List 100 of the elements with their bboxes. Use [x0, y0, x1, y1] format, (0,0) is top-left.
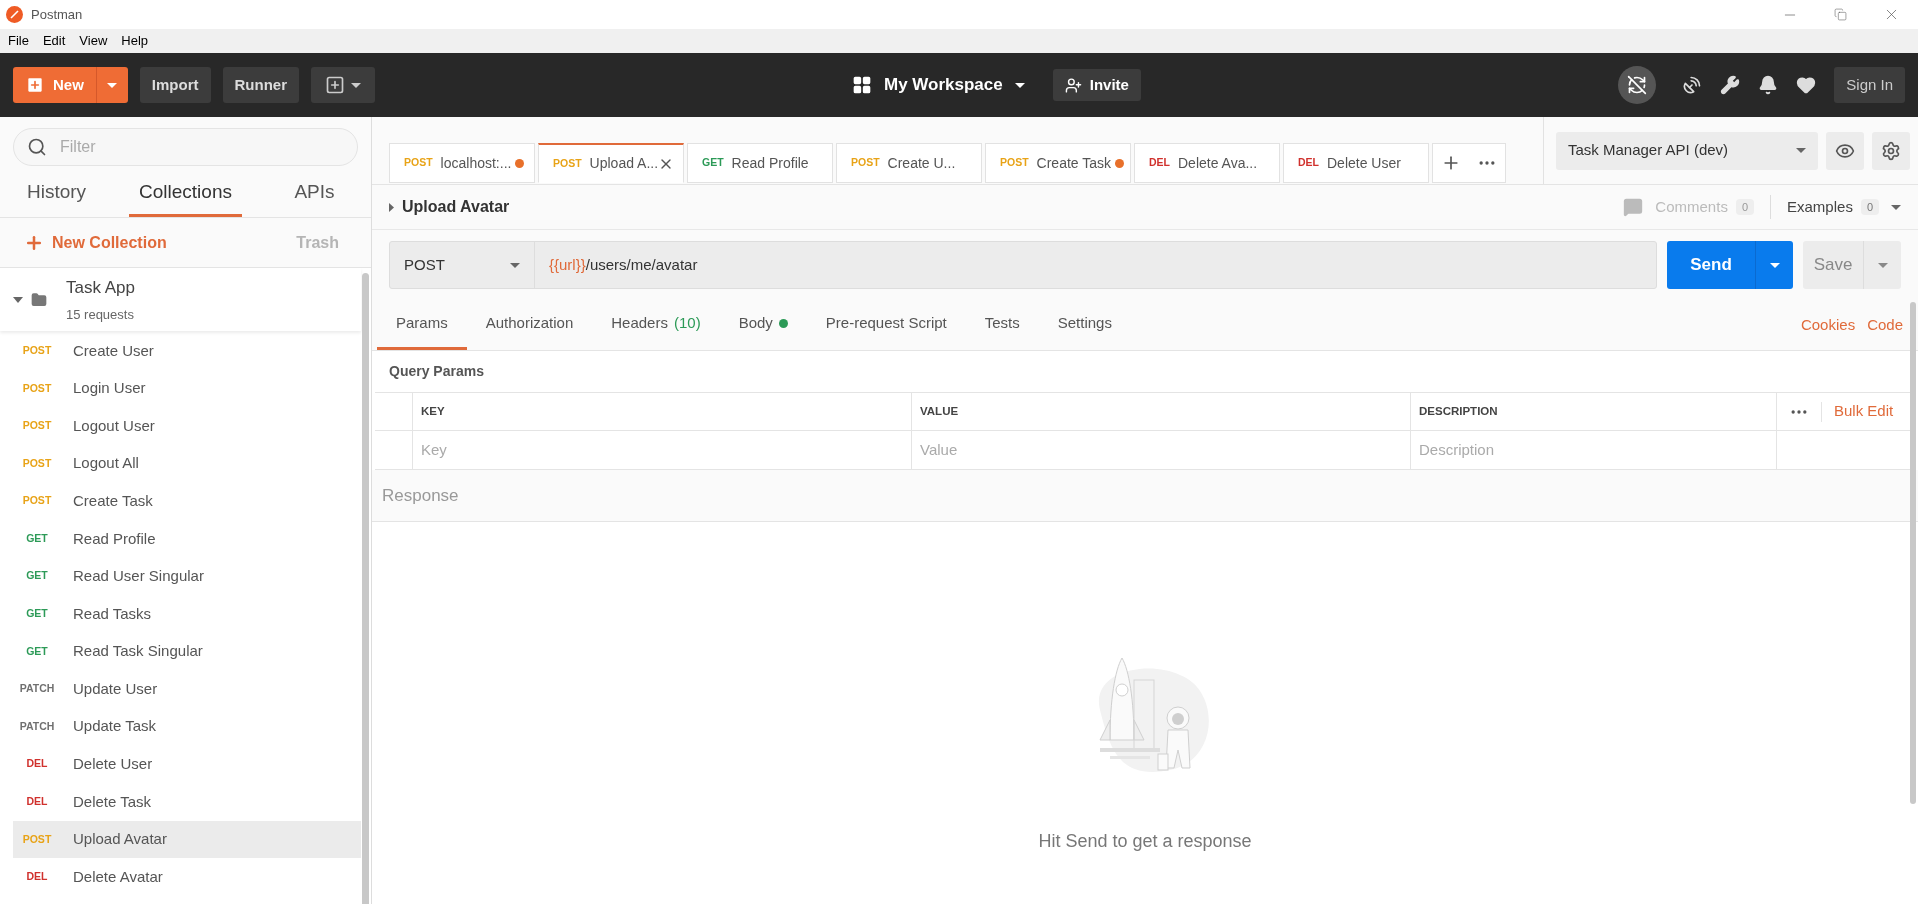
request-item[interactable]: POST Logout User	[13, 407, 361, 445]
request-item[interactable]: POST Create User	[13, 332, 361, 370]
request-section-tab[interactable]: Settings	[1038, 300, 1131, 350]
user-plus-icon	[1064, 76, 1082, 94]
request-tab[interactable]: DEL Delete Ava...	[1134, 143, 1280, 183]
request-item[interactable]: POST Upload Avatar	[13, 820, 361, 859]
workspace-dropdown[interactable]: My Workspace	[852, 72, 1025, 98]
request-name: Upload Avatar	[73, 829, 167, 850]
method-label: POST	[21, 418, 53, 434]
sidebar-tab[interactable]: Collections	[129, 170, 242, 217]
menu-item[interactable]: Help	[121, 31, 149, 51]
request-tab[interactable]: POST Create Task	[985, 143, 1131, 183]
request-name: Delete Task	[73, 791, 152, 812]
window-title: Postman	[31, 5, 83, 24]
request-section-tab[interactable]: Pre-request Script	[806, 300, 966, 350]
method-label: DEL	[1298, 155, 1319, 171]
request-name: Login User	[73, 378, 146, 399]
method-label: GET	[25, 606, 49, 622]
request-item[interactable]: GET Read User Singular	[13, 557, 361, 596]
new-window-button[interactable]	[311, 67, 375, 103]
method-label: POST	[21, 831, 53, 847]
method-label: GET	[702, 155, 724, 171]
request-name: Update Task	[73, 716, 157, 737]
request-item[interactable]: PATCH Update User	[13, 670, 361, 708]
search-icon	[27, 137, 47, 157]
request-tab[interactable]: DEL Delete User	[1283, 143, 1429, 183]
scrollbar[interactable]	[362, 273, 369, 904]
request-name: Delete User	[73, 754, 153, 775]
request-title: Upload Avatar	[402, 197, 510, 217]
caret-icon	[1796, 148, 1806, 153]
plus-icon	[25, 75, 45, 95]
sidebar-tab[interactable]: History	[0, 170, 113, 217]
request-name: Read Tasks	[73, 603, 152, 624]
window-plus-icon	[325, 75, 345, 95]
request-section-tab[interactable]: Authorization	[466, 300, 593, 350]
examples-label[interactable]: Examples	[1787, 195, 1853, 219]
send-button[interactable]: Send	[1667, 241, 1755, 289]
request-section-tab[interactable]: Headers (10)	[592, 300, 720, 350]
environment-dropdown[interactable]: Task Manager API (dev)	[1556, 131, 1818, 170]
invite-button[interactable]: Invite	[1052, 69, 1141, 101]
request-item[interactable]: GET Read Profile	[13, 519, 361, 558]
caret-icon	[1877, 262, 1888, 268]
caret-icon	[351, 82, 361, 88]
grid-icon	[852, 75, 872, 95]
environment-quick-look-button[interactable]	[1826, 131, 1864, 170]
method-label: DEL	[25, 794, 49, 810]
tab-title: Delete Ava...	[1178, 153, 1258, 173]
request-item[interactable]: POST Create Task	[13, 482, 361, 520]
request-name: Read User Singular	[73, 566, 204, 587]
satellite-dish-icon[interactable]	[1682, 75, 1703, 95]
menu-item[interactable]: View	[79, 31, 108, 51]
request-section-tab[interactable]: Body	[719, 300, 807, 350]
request-tab[interactable]: POST Upload A...	[538, 143, 684, 183]
request-item[interactable]: POST Login User	[13, 369, 361, 408]
request-name: Read Task Singular	[73, 641, 203, 662]
request-tab[interactable]: POST localhost:...	[389, 143, 535, 183]
request-item[interactable]: PATCH Update Task	[13, 707, 361, 746]
method-label: GET	[25, 530, 49, 546]
menu-item[interactable]: File	[8, 31, 29, 51]
expand-caret-icon[interactable]	[389, 202, 394, 212]
settings-button[interactable]	[1872, 131, 1910, 170]
request-item[interactable]: DEL Delete Task	[13, 783, 361, 821]
app-logo-icon	[6, 6, 23, 23]
method-label: GET	[25, 568, 49, 584]
import-button[interactable]: Import	[139, 67, 211, 103]
tab-title: Upload A...	[589, 154, 659, 173]
request-section-tab[interactable]: Params	[377, 300, 467, 350]
filter-field[interactable]: Filter	[13, 128, 358, 166]
response-title: Response	[382, 484, 459, 507]
param-input[interactable]: Value	[920, 438, 1402, 462]
method-label: DEL	[25, 756, 49, 772]
sign-in-button[interactable]: Sign In	[1834, 67, 1905, 103]
param-input[interactable]: Key	[421, 438, 903, 462]
method-label: POST	[1000, 155, 1029, 171]
request-item[interactable]: DEL Delete Avatar	[13, 858, 361, 896]
method-label: DEL	[1149, 155, 1170, 171]
scrollbar[interactable]	[1910, 302, 1916, 804]
param-input[interactable]: Description	[1419, 438, 1768, 462]
request-item[interactable]: GET Read Tasks	[13, 595, 361, 633]
sync-off-icon[interactable]	[1618, 66, 1657, 104]
sidebar-tab[interactable]: APIs	[258, 170, 371, 217]
request-item[interactable]: GET Read Task Singular	[13, 632, 361, 671]
request-section-tab[interactable]: Tests	[965, 300, 1039, 350]
method-label: POST	[553, 155, 582, 171]
request-item[interactable]: DEL Delete User	[13, 745, 361, 784]
method-label: PATCH	[18, 718, 56, 734]
wrench-icon[interactable]	[1720, 75, 1741, 95]
request-tab[interactable]: POST Create U...	[836, 143, 982, 183]
runner-button[interactable]: Runner	[222, 67, 299, 103]
heart-icon[interactable]	[1796, 75, 1817, 95]
collection-name: Task App	[66, 277, 135, 299]
bell-icon[interactable]	[1758, 75, 1779, 95]
collection-header[interactable]: Task App 15 requests	[0, 268, 361, 331]
request-tab[interactable]: GET Read Profile	[687, 143, 833, 183]
folder-icon	[31, 291, 47, 308]
tab-title: Create Task	[1036, 153, 1112, 173]
request-item[interactable]: POST Logout All	[13, 444, 361, 483]
menu-item[interactable]: Edit	[42, 31, 66, 51]
method-label: DEL	[25, 869, 49, 885]
column-header: DESCRIPTION	[1411, 393, 1777, 430]
